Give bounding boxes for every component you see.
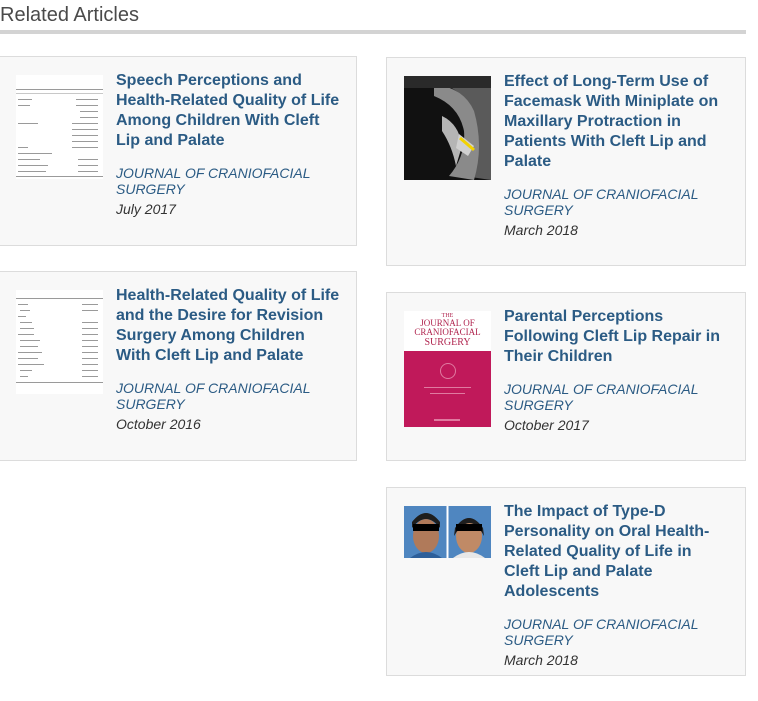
article-title-link[interactable]: Health-Related Quality of Life and the D… [116, 286, 342, 366]
article-card: Speech Perceptions and Health-Related Qu… [0, 56, 357, 246]
cover-journal-text: JOURNAL OF CRANIOFACIAL [414, 318, 481, 337]
publication-date: October 2016 [116, 416, 201, 432]
journal-name: JOURNAL OF CRANIOFACIAL SURGERY [116, 380, 311, 412]
publication-date: March 2018 [504, 222, 578, 238]
cover-text-line [434, 419, 460, 421]
article-title-link[interactable]: Effect of Long-Term Use of Facemask With… [504, 72, 730, 172]
journal-name: JOURNAL OF CRANIOFACIAL SURGERY [504, 381, 699, 413]
cover-surgery-text: SURGERY [424, 337, 471, 348]
article-card: Effect of Long-Term Use of Facemask With… [386, 57, 746, 266]
article-title-link[interactable]: Speech Perceptions and Health-Related Qu… [116, 71, 342, 151]
xray-thumbnail[interactable] [404, 76, 491, 180]
publication-date: July 2017 [116, 201, 176, 217]
journal-name: JOURNAL OF CRANIOFACIAL SURGERY [504, 616, 699, 648]
publication-date: March 2018 [504, 652, 578, 668]
patient-photo-thumbnail[interactable] [404, 506, 491, 558]
article-card: THE JOURNAL OF CRANIOFACIAL SURGERY Pare… [386, 292, 746, 461]
article-title-link[interactable]: Parental Perceptions Following Cleft Lip… [504, 307, 730, 367]
xray-image [404, 76, 491, 180]
section-divider [0, 30, 746, 34]
journal-name: JOURNAL OF CRANIOFACIAL SURGERY [116, 165, 311, 197]
journal-cover-thumbnail[interactable]: THE JOURNAL OF CRANIOFACIAL SURGERY [404, 311, 491, 427]
patient-photos-image [404, 506, 491, 558]
section-title: Related Articles [0, 4, 139, 26]
cover-text-line [430, 393, 465, 394]
cover-emblem-icon [440, 363, 456, 379]
article-card: The Impact of Type-D Personality on Oral… [386, 487, 746, 676]
table-thumbnail[interactable] [16, 290, 103, 394]
article-title-link[interactable]: The Impact of Type-D Personality on Oral… [504, 502, 730, 602]
journal-name: JOURNAL OF CRANIOFACIAL SURGERY [504, 186, 699, 218]
table-thumbnail[interactable] [16, 75, 103, 179]
article-card: Health-Related Quality of Life and the D… [0, 271, 357, 461]
cover-text-line [424, 387, 471, 388]
publication-date: October 2017 [504, 417, 589, 433]
